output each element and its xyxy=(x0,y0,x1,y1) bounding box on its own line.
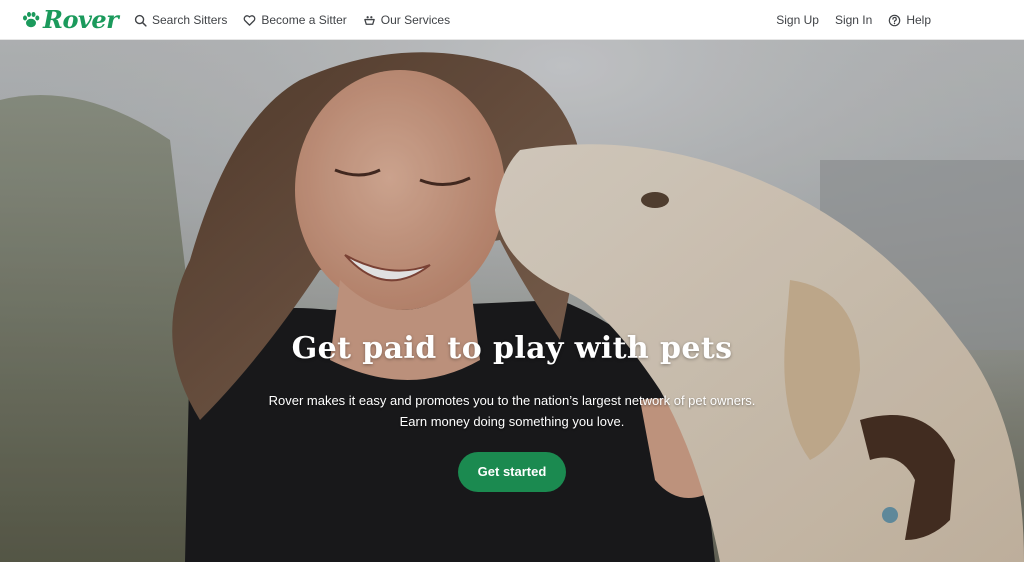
hero-content: Get paid to play with pets Rover makes i… xyxy=(0,330,1024,492)
nav-sign-up[interactable]: Sign Up xyxy=(776,13,819,27)
hero-subtitle: Rover makes it easy and promotes you to … xyxy=(0,390,1024,432)
get-started-button[interactable]: Get started xyxy=(458,452,566,492)
rover-logo[interactable]: Rover xyxy=(21,5,119,34)
nav-our-services-label: Our Services xyxy=(380,13,451,27)
dog-bowl-icon xyxy=(363,15,375,25)
nav-become-sitter[interactable]: Become a Sitter xyxy=(243,13,347,27)
hero-subtitle-line1: Rover makes it easy and promotes you to … xyxy=(268,393,756,408)
hero-subtitle-line2: Earn money doing something you love. xyxy=(399,414,625,429)
top-nav: Rover Search Sitters Become a Sitter Our… xyxy=(0,0,1024,40)
help-circle-icon xyxy=(889,14,901,26)
nav-help-label: Help xyxy=(906,13,931,27)
heart-icon xyxy=(244,14,256,26)
nav-help[interactable]: Help xyxy=(888,13,931,27)
hero-section: Get paid to play with pets Rover makes i… xyxy=(0,40,1024,562)
nav-search-sitters-label: Search Sitters xyxy=(152,13,228,27)
logo-text: Rover xyxy=(43,5,119,34)
nav-become-sitter-label: Become a Sitter xyxy=(261,13,347,27)
nav-our-services[interactable]: Our Services xyxy=(363,13,450,27)
search-icon xyxy=(134,14,147,27)
nav-search-sitters[interactable]: Search Sitters xyxy=(134,13,227,27)
hero-title: Get paid to play with pets xyxy=(291,331,733,366)
nav-sign-up-label: Sign Up xyxy=(776,13,819,27)
nav-sign-in[interactable]: Sign In xyxy=(835,13,872,27)
nav-sign-in-label: Sign In xyxy=(834,13,873,27)
paw-icon xyxy=(23,12,40,28)
